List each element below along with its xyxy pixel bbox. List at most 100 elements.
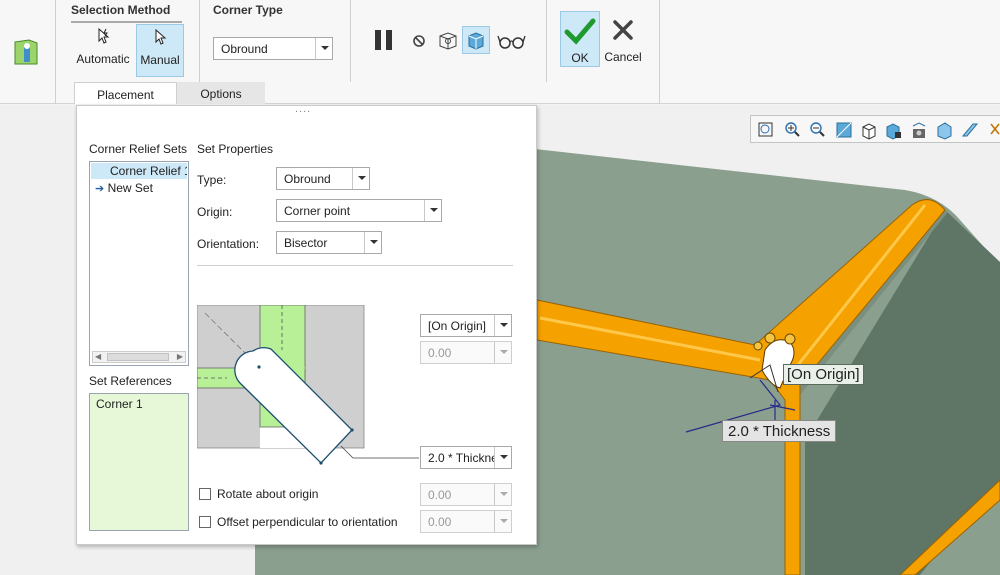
cursor-icon <box>155 28 167 45</box>
offset-perpendicular-checkbox[interactable] <box>199 516 211 528</box>
offset-value-field[interactable]: 0.00 <box>420 510 512 533</box>
close-icon <box>613 20 633 40</box>
rotate-angle-value: 0.00 <box>428 488 452 502</box>
ok-button[interactable]: OK <box>560 11 600 67</box>
properties-divider <box>197 265 513 266</box>
horizontal-scrollbar[interactable]: ◀ ▶ <box>92 351 186 363</box>
new-set-item[interactable]: ➔ New Set <box>95 180 153 196</box>
tab-options[interactable]: Options <box>177 82 265 104</box>
manual-button[interactable]: Manual <box>136 24 184 77</box>
zoom-out-icon[interactable] <box>810 122 825 137</box>
corner-relief-sets-list[interactable]: Corner Relief 1 ➔ New Set ◀ ▶ <box>89 161 189 366</box>
type-value: Obround <box>284 172 331 186</box>
arrow-right-icon: ➔ <box>95 183 105 195</box>
scroll-right-icon: ▶ <box>176 352 183 361</box>
scroll-left-icon: ◀ <box>95 352 102 361</box>
tab-options-label: Options <box>200 87 242 101</box>
origin-select[interactable]: Corner point <box>276 199 442 222</box>
origin-value: Corner point <box>284 204 351 218</box>
solid-preview-icon <box>468 32 484 50</box>
orientation-label: Orientation: <box>197 237 260 251</box>
chevron-down-icon <box>494 342 511 363</box>
obround-relief-diagram <box>196 304 367 465</box>
group-underline <box>71 21 182 23</box>
offset-perpendicular-label: Offset perpendicular to orientation <box>217 515 398 529</box>
scroll-thumb[interactable] <box>107 353 169 361</box>
chevron-down-icon <box>494 315 511 336</box>
checkmark-icon <box>564 18 596 45</box>
geometry-preview-button[interactable] <box>462 26 490 54</box>
position-offset-field[interactable]: 0.00 <box>420 341 512 364</box>
size-select[interactable]: 2.0 * Thicknes <box>420 446 512 469</box>
reference-item[interactable]: Corner 1 <box>96 397 143 411</box>
position-value: [On Origin] <box>428 319 487 333</box>
no-entry-icon <box>413 35 425 47</box>
perspective-icon[interactable] <box>937 122 952 140</box>
corner-type-value: Obround <box>221 42 268 56</box>
drag-handle[interactable] <box>784 333 796 345</box>
automatic-button[interactable]: Automatic <box>72 24 134 78</box>
corner-relief-sets-title: Corner Relief Sets <box>89 142 188 156</box>
zoom-in-icon[interactable] <box>785 122 800 137</box>
automatic-label: Automatic <box>76 52 130 66</box>
datum-display-icon[interactable] <box>961 123 979 137</box>
chevron-down-icon <box>494 484 511 505</box>
tab-placement[interactable]: Placement <box>74 82 177 104</box>
wireframe-preview-button[interactable] <box>436 28 460 54</box>
selection-method-title: Selection Method <box>71 3 171 17</box>
cancel-label: Cancel <box>604 50 642 64</box>
wireframe-icon <box>439 32 457 50</box>
set-properties-title: Set Properties <box>197 142 274 156</box>
new-set-label: New Set <box>107 181 153 195</box>
rotate-about-origin-label: Rotate about origin <box>217 487 319 501</box>
ribbon: Selection Method Automatic Manual Corner… <box>0 0 1000 104</box>
orientation-select[interactable]: Bisector <box>276 231 382 254</box>
offset-value: 0.00 <box>428 515 452 529</box>
panel-drag-handle[interactable]: .... <box>295 103 311 115</box>
set-name: Corner Relief 1 <box>110 164 187 178</box>
display-style-icon[interactable] <box>862 123 876 140</box>
automatic-cursor-icon <box>98 27 110 44</box>
chevron-down-icon <box>364 232 381 253</box>
type-select[interactable]: Obround <box>276 167 370 190</box>
annotation-display-icon[interactable] <box>990 123 1000 135</box>
pause-button[interactable] <box>370 26 400 54</box>
placement-panel: .... Corner Relief Sets Corner Relief 1 … <box>76 103 537 545</box>
refit-icon[interactable] <box>758 122 773 137</box>
size-value: 2.0 * Thicknes <box>428 451 504 465</box>
corner-type-select[interactable]: Obround <box>213 37 333 60</box>
chevron-down-icon <box>424 200 441 221</box>
pause-icon <box>375 30 392 50</box>
rotate-angle-field[interactable]: 0.00 <box>420 483 512 506</box>
repaint-icon[interactable] <box>836 122 852 138</box>
corner-relief-feature-icon <box>12 36 40 68</box>
corner-type-title: Corner Type <box>213 3 283 17</box>
set-references-collector[interactable]: Corner 1 <box>89 393 189 531</box>
position-select[interactable]: [On Origin] <box>420 314 512 337</box>
thickness-annotation[interactable]: 2.0 * Thickness <box>722 420 837 442</box>
orientation-value: Bisector <box>284 236 328 250</box>
origin-annotation[interactable]: [On Origin] <box>783 364 864 385</box>
chevron-down-icon <box>315 38 332 59</box>
list-item[interactable]: Corner Relief 1 <box>91 163 187 179</box>
no-preview-button[interactable] <box>410 32 428 50</box>
cancel-button[interactable]: Cancel <box>602 11 644 67</box>
origin-label: Origin: <box>197 205 233 219</box>
manual-label: Manual <box>140 53 180 67</box>
view-toolbar <box>750 115 1000 143</box>
set-references-title: Set References <box>89 374 172 388</box>
drag-handle[interactable] <box>753 341 763 351</box>
type-label: Type: <box>197 173 227 187</box>
position-offset-value: 0.00 <box>428 346 452 360</box>
drag-handle[interactable] <box>764 332 776 344</box>
verify-mode-button[interactable] <box>497 30 527 52</box>
size-leader-line <box>340 445 419 459</box>
chevron-down-icon <box>352 168 369 189</box>
ok-label: OK <box>571 51 589 65</box>
rotate-about-origin-checkbox[interactable] <box>199 488 211 500</box>
saved-orientations-icon[interactable] <box>886 123 901 140</box>
chevron-down-icon <box>494 447 511 468</box>
chevron-down-icon <box>494 511 511 532</box>
view-manager-icon[interactable] <box>912 122 926 138</box>
glasses-icon <box>497 35 526 49</box>
